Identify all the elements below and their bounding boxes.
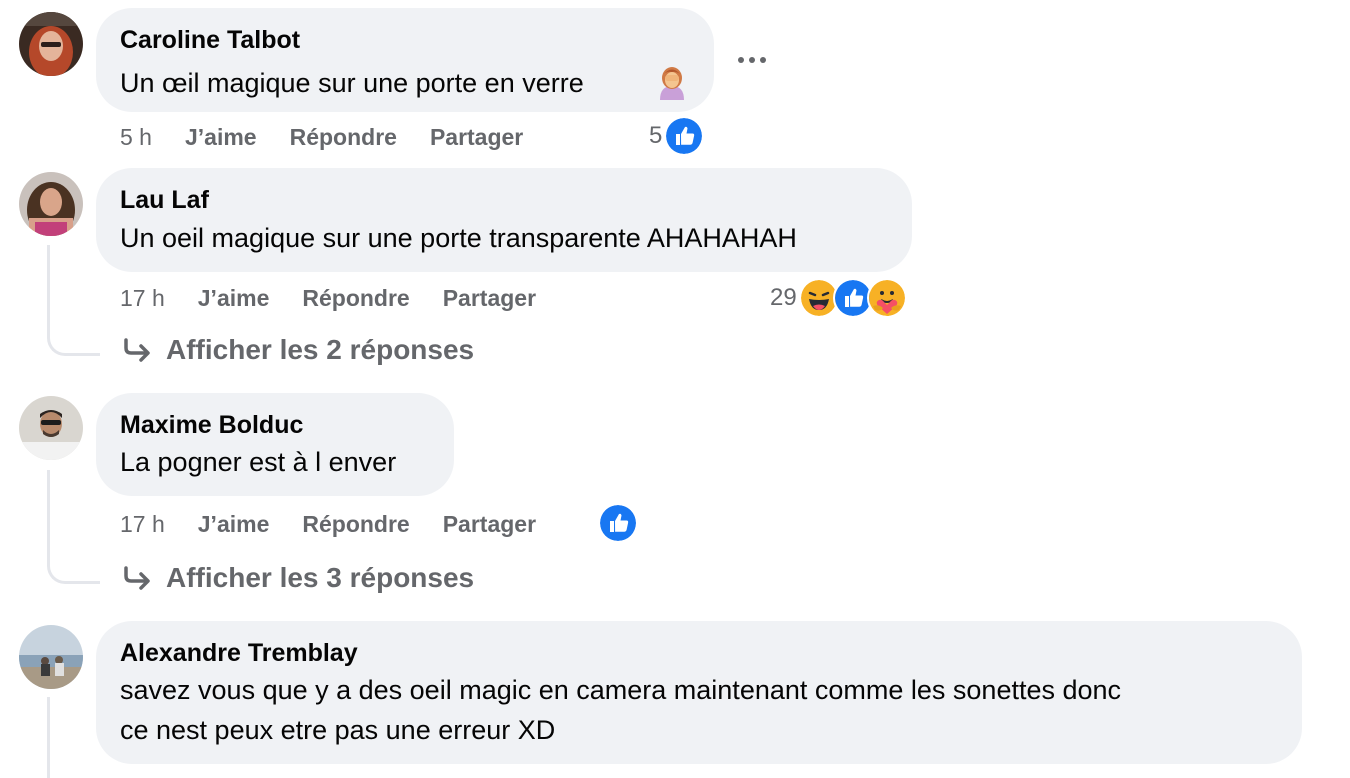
view-replies-link[interactable]: Afficher les 3 réponses (122, 562, 474, 594)
comment-bubble: Caroline Talbot Un œil magique sur une p… (96, 8, 714, 112)
reply-button[interactable]: Répondre (302, 511, 409, 538)
reply-button[interactable]: Répondre (290, 124, 397, 151)
comment-author[interactable]: Maxime Bolduc (120, 411, 303, 440)
avatar-maxime-bolduc[interactable] (19, 396, 83, 460)
view-replies-label: Afficher les 2 réponses (166, 334, 475, 365)
comment-author[interactable]: Caroline Talbot (120, 26, 300, 55)
like-button[interactable]: J’aime (185, 124, 257, 151)
comment-timestamp[interactable]: 17 h (120, 285, 165, 312)
comment-author[interactable]: Alexandre Tremblay (120, 639, 358, 668)
avatar-caroline-talbot[interactable] (19, 12, 83, 76)
care-icon (866, 278, 907, 318)
reaction-summary[interactable]: 5 (649, 116, 705, 156)
comment-bubble: Lau Laf Un oeil magique sur une porte tr… (96, 168, 912, 272)
reply-arrow-icon (124, 566, 150, 590)
avatar-alexandre-tremblay[interactable] (19, 625, 83, 689)
share-button[interactable]: Partager (443, 511, 536, 538)
reply-arrow-icon (124, 338, 150, 362)
comment-bubble: Maxime Bolduc La pogner est à l enver (96, 393, 454, 496)
thread-connector (47, 697, 50, 778)
thread-connector (47, 470, 100, 584)
reaction-count: 5 (649, 122, 663, 149)
comment-text: La pogner est à l enver (120, 447, 397, 477)
like-button[interactable]: J’aime (198, 285, 270, 312)
comment-text: Un œil magique sur une porte en verre (120, 68, 584, 98)
comment-actions: 5 h J’aime Répondre Partager (120, 120, 556, 154)
share-button[interactable]: Partager (443, 285, 536, 312)
comment-author[interactable]: Lau Laf (120, 186, 209, 215)
like-button[interactable]: J’aime (198, 511, 270, 538)
comment-text: ce nest peux etre pas une erreur XD (120, 715, 556, 745)
avatar-lau-laf[interactable] (19, 172, 83, 236)
comment-timestamp[interactable]: 17 h (120, 511, 165, 538)
comment-bubble: Alexandre Tremblay savez vous que y a de… (96, 621, 1302, 764)
more-options-icon[interactable] (736, 52, 768, 68)
comment-text: savez vous que y a des oeil magic en cam… (120, 675, 1122, 705)
comment-actions: 17 h J’aime Répondre Partager (120, 507, 569, 541)
comment-timestamp[interactable]: 5 h (120, 124, 152, 151)
view-replies-link[interactable]: Afficher les 2 réponses (122, 334, 474, 366)
like-icon (598, 503, 638, 543)
thread-connector (47, 245, 100, 356)
reaction-summary[interactable]: 29 (770, 278, 907, 318)
comment-text: Un oeil magique sur une porte transparen… (120, 223, 797, 253)
comment-actions: 17 h J’aime Répondre Partager (120, 281, 569, 315)
woman-facepalming-emoji-icon (655, 66, 689, 100)
reaction-summary[interactable] (596, 503, 638, 543)
reply-button[interactable]: Répondre (302, 285, 409, 312)
reaction-count: 29 (770, 284, 797, 311)
share-button[interactable]: Partager (430, 124, 523, 151)
like-icon (664, 116, 705, 156)
view-replies-label: Afficher les 3 réponses (166, 562, 475, 593)
